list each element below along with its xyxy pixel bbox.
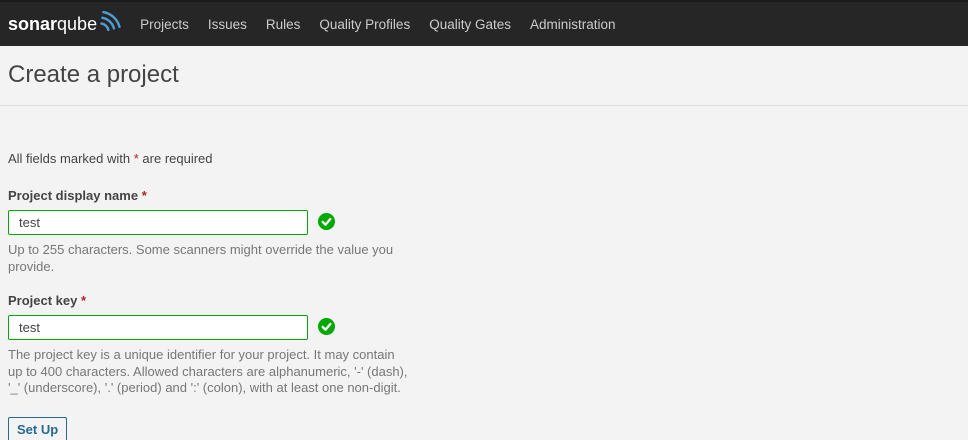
project-key-label-text: Project key [8, 293, 77, 308]
project-key-label: Project key * [8, 293, 960, 308]
project-display-name-group: Project display name * Up to 255 charact… [8, 188, 960, 275]
project-display-name-label-text: Project display name [8, 188, 138, 203]
check-circle-icon [318, 213, 335, 233]
create-project-form: All fields marked with * are required Pr… [0, 151, 968, 440]
project-display-name-label: Project display name * [8, 188, 960, 203]
check-circle-icon [318, 318, 335, 338]
logo-text-qube: qube [57, 14, 97, 35]
required-note-prefix: All fields marked with [8, 151, 130, 166]
main-navigation: Projects Issues Rules Quality Profiles Q… [140, 17, 615, 32]
nav-item-quality-gates[interactable]: Quality Gates [429, 17, 511, 32]
page-title: Create a project [8, 61, 960, 89]
required-asterisk: * [81, 293, 86, 308]
required-note-suffix: are required [142, 151, 212, 166]
project-display-name-help: Up to 255 characters. Some scanners migh… [8, 242, 408, 275]
page-header: Create a project [0, 46, 968, 106]
project-key-input[interactable] [8, 315, 308, 340]
required-asterisk: * [134, 151, 139, 166]
sonarqube-swoosh-icon [97, 8, 124, 40]
project-key-group: Project key * The project key is a uniqu… [8, 293, 960, 397]
sonarqube-logo[interactable]: sonarqube [8, 8, 124, 40]
nav-item-issues[interactable]: Issues [208, 17, 247, 32]
nav-item-rules[interactable]: Rules [266, 17, 301, 32]
nav-item-administration[interactable]: Administration [530, 17, 616, 32]
logo-text-sonar: sonar [8, 14, 57, 35]
nav-item-projects[interactable]: Projects [140, 17, 189, 32]
required-fields-note: All fields marked with * are required [8, 151, 960, 166]
nav-item-quality-profiles[interactable]: Quality Profiles [319, 17, 410, 32]
required-asterisk: * [142, 188, 147, 203]
top-navbar: sonarqube Projects Issues Rules Quality … [0, 0, 968, 46]
project-display-name-input[interactable] [8, 210, 308, 235]
setup-button[interactable]: Set Up [8, 417, 67, 440]
project-key-help: The project key is a unique identifier f… [8, 347, 408, 397]
